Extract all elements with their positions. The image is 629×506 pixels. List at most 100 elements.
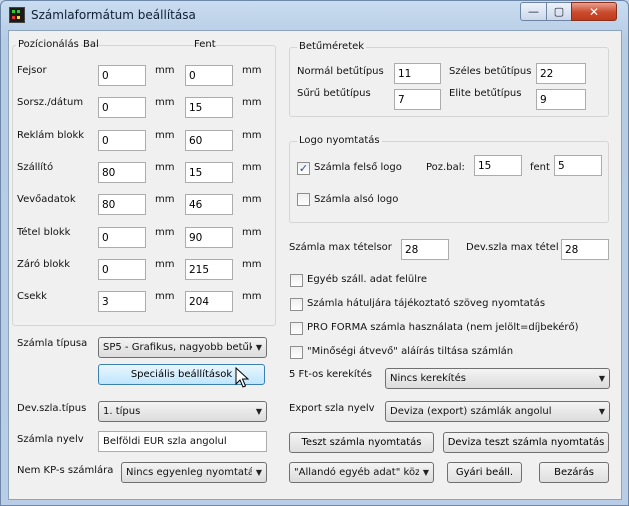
position-top-unit: mm	[242, 130, 262, 141]
position-left-input[interactable]	[98, 291, 146, 312]
maximize-icon: ▢	[553, 5, 565, 18]
rounding-label: 5 Ft-os kerekítés	[289, 369, 372, 380]
export-lang-select[interactable]: Deviza (export) számlák angolul ▼	[385, 401, 610, 422]
close-window-button[interactable]: ✕	[571, 2, 617, 21]
position-top-input[interactable]	[185, 97, 233, 118]
position-top-input[interactable]	[185, 291, 233, 312]
position-top-input[interactable]	[185, 194, 233, 215]
position-left-unit: mm	[155, 259, 175, 270]
top-logo-checkbox[interactable]: ✓	[297, 162, 310, 175]
dev-max-items-input[interactable]	[561, 239, 609, 260]
position-top-unit: mm	[242, 97, 262, 108]
position-top-unit: mm	[242, 259, 262, 270]
logo-group-title: Logo nyomtatás	[297, 135, 382, 146]
position-top-input[interactable]	[185, 65, 233, 86]
logo-pos-left-input[interactable]	[474, 155, 522, 176]
back-info-text-checkbox[interactable]	[290, 298, 303, 311]
position-row-label: Sorsz./dátum	[17, 97, 84, 108]
chevron-down-icon: ▼	[598, 407, 606, 416]
maximize-button[interactable]: ▢	[546, 2, 572, 21]
test-invoice-button[interactable]: Teszt számla nyomtatás	[289, 432, 434, 453]
export-lang-value: Deviza (export) számlák angolul	[390, 406, 552, 417]
dev-invoice-type-label: Dev.szla.típus	[17, 403, 87, 414]
position-left-unit: mm	[155, 130, 175, 141]
check-icon: ✓	[298, 162, 309, 175]
settings-window: Számlaformátum beállítása — ▢ ✕ Pozícion…	[0, 0, 629, 506]
dev-invoice-type-select[interactable]: 1. típus ▼	[98, 401, 267, 422]
back-info-text-label: Számla hátuljára tájékoztató szöveg nyom…	[307, 298, 546, 309]
position-row-label: Vevőadatok	[17, 194, 76, 205]
elite-font-label: Elite betűtípus	[449, 88, 522, 99]
position-left-input[interactable]	[98, 130, 146, 151]
close-icon: ✕	[588, 4, 600, 19]
logo-pos-left-label: Poz.bal:	[426, 162, 465, 173]
position-left-input[interactable]	[98, 162, 146, 183]
position-left-unit: mm	[155, 227, 175, 238]
dense-font-input[interactable]	[394, 89, 441, 110]
chevron-down-icon: ▼	[255, 407, 263, 416]
dev-test-invoice-button[interactable]: Deviza teszt számla nyomtatás	[443, 432, 609, 453]
pro-forma-label: PRO FORMA számla használata (nem jelölt=…	[307, 322, 579, 333]
window-title: Számlaformátum beállítása	[31, 8, 196, 22]
position-top-input[interactable]	[185, 259, 233, 280]
export-lang-label: Export szla nyelv	[289, 403, 375, 414]
position-top-input[interactable]	[185, 162, 233, 183]
minimize-button[interactable]: —	[520, 2, 547, 21]
title-bar: Számlaformátum beállítása — ▢ ✕	[1, 1, 628, 31]
position-row-label: Szállító	[17, 162, 54, 173]
top-logo-label: Számla felső logo	[314, 162, 402, 173]
invoice-lang-value: Belföldi EUR szla angolul	[103, 436, 227, 447]
rounding-value: Nincs kerekítés	[390, 373, 466, 384]
elite-font-input[interactable]	[536, 89, 586, 110]
position-left-input[interactable]	[98, 259, 146, 280]
position-left-input[interactable]	[98, 227, 146, 248]
dialog-client-area: Pozícionálás Bal Fent Betűméretek Normál…	[8, 30, 622, 500]
normal-font-label: Normál betűtípus	[297, 66, 384, 77]
top-column-header: Fent	[194, 39, 216, 50]
close-button[interactable]: Bezárás	[539, 462, 609, 483]
chevron-down-icon: ▼	[422, 468, 430, 477]
position-left-unit: mm	[155, 162, 175, 173]
invoice-type-label: Számla típusa	[17, 338, 88, 349]
rounding-select[interactable]: Nincs kerekítés ▼	[385, 368, 610, 389]
position-row-label: Csekk	[17, 291, 47, 302]
wide-font-input[interactable]	[536, 63, 586, 84]
factory-defaults-button[interactable]: Gyári beáll.	[447, 462, 522, 483]
position-left-input[interactable]	[98, 65, 146, 86]
mouse-cursor-icon	[235, 367, 249, 388]
position-top-unit: mm	[242, 291, 262, 302]
position-left-input[interactable]	[98, 194, 146, 215]
bottom-logo-checkbox[interactable]	[297, 193, 310, 206]
logo-group: Logo nyomtatás	[289, 135, 609, 223]
position-top-unit: mm	[242, 65, 262, 76]
max-items-label: Számla max tételsor	[289, 242, 392, 253]
left-column-header: Bal	[83, 39, 99, 50]
quality-receiver-label: "Minőségi átvevő" aláírás tiltása számlá…	[307, 346, 514, 357]
position-top-unit: mm	[242, 227, 262, 238]
positions-group-title: Pozícionálás	[16, 39, 81, 50]
chevron-down-icon: ▼	[598, 374, 606, 383]
invoice-lang-select[interactable]: Belföldi EUR szla angolul	[98, 431, 267, 452]
max-items-input[interactable]	[401, 239, 449, 260]
invoice-lang-label: Számla nyelv	[17, 434, 84, 445]
non-kp-select[interactable]: Nincs egyenleg nyomtatás ▼	[121, 462, 267, 483]
invoice-type-select[interactable]: SP5 - Grafikus, nagyobb betűk ▼	[98, 337, 267, 358]
chevron-down-icon: ▼	[255, 343, 263, 352]
position-left-unit: mm	[155, 291, 175, 302]
normal-font-input[interactable]	[394, 63, 441, 84]
position-top-unit: mm	[242, 194, 262, 205]
quality-receiver-checkbox[interactable]	[290, 346, 303, 359]
position-left-unit: mm	[155, 97, 175, 108]
non-kp-value: Nincs egyenleg nyomtatás	[126, 467, 252, 478]
pro-forma-checkbox[interactable]	[290, 322, 303, 335]
position-top-input[interactable]	[185, 130, 233, 151]
position-left-unit: mm	[155, 65, 175, 76]
minimize-icon: —	[528, 5, 539, 18]
position-top-input[interactable]	[185, 227, 233, 248]
position-left-input[interactable]	[98, 97, 146, 118]
extra-delivery-data-checkbox[interactable]	[290, 274, 303, 287]
constant-data-select[interactable]: "Állandó egyéb adat" közlése ▼	[289, 462, 434, 483]
position-row-label: Tétel blokk	[17, 227, 71, 238]
logo-top-input[interactable]	[554, 155, 602, 176]
logo-top-label: fent	[530, 162, 550, 173]
